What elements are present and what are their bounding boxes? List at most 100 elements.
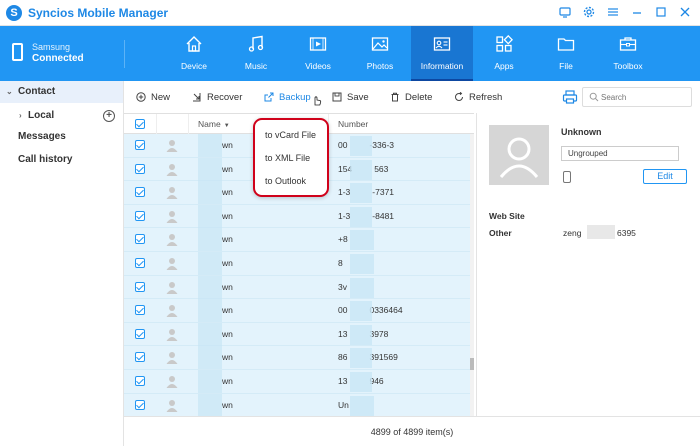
row-checkbox[interactable] xyxy=(135,352,145,363)
feedback-icon[interactable] xyxy=(558,5,572,19)
add-account-icon[interactable]: + xyxy=(103,110,115,122)
table-row[interactable]: wn 00 0336464 xyxy=(124,299,470,323)
nav-divider xyxy=(124,40,125,68)
redacted-block xyxy=(198,134,222,157)
search-icon xyxy=(589,92,599,102)
contact-number-cell: 8 xyxy=(338,258,343,268)
delete-button[interactable]: Delete xyxy=(390,90,432,104)
column-divider xyxy=(156,114,157,134)
number-start: 00 xyxy=(338,140,348,150)
contact-avatar-icon xyxy=(166,305,178,318)
row-checkbox[interactable] xyxy=(135,210,145,221)
select-all-checkbox[interactable] xyxy=(135,119,145,129)
new-button[interactable]: New xyxy=(136,90,170,104)
row-checkbox[interactable] xyxy=(135,187,145,198)
search-box xyxy=(582,87,692,107)
tab-label: Toolbox xyxy=(613,61,643,71)
tab-music[interactable]: Music xyxy=(225,26,287,81)
row-checkbox[interactable] xyxy=(135,140,145,150)
device-status[interactable]: Samsung Connected xyxy=(8,40,123,70)
redacted-block xyxy=(350,159,372,180)
redacted-block xyxy=(587,225,615,239)
table-row[interactable]: wn 1-3 -8481 xyxy=(124,204,470,229)
edit-button[interactable]: Edit xyxy=(643,169,687,184)
minimize-icon[interactable] xyxy=(630,5,644,19)
chevron-down-icon: ⌄ xyxy=(6,87,13,96)
number-start: 3v xyxy=(338,281,347,292)
apps-icon xyxy=(496,35,513,52)
table-row[interactable]: wn +8 xyxy=(124,228,470,252)
maximize-icon[interactable] xyxy=(654,5,668,19)
phone-icon xyxy=(12,43,23,61)
save-button[interactable]: Save xyxy=(332,90,369,104)
tab-information[interactable]: Information xyxy=(411,26,473,81)
redacted-block xyxy=(198,322,222,346)
close-icon[interactable] xyxy=(678,5,692,19)
backup-button[interactable]: Backup xyxy=(264,90,311,104)
gear-icon[interactable] xyxy=(582,5,596,19)
number-start: 00 xyxy=(338,305,348,316)
tab-videos[interactable]: Videos xyxy=(287,26,349,81)
website-field-value-start: zeng xyxy=(563,228,582,238)
scrollbar-thumb[interactable] xyxy=(470,358,474,370)
row-checkbox[interactable] xyxy=(135,163,145,174)
number-end: 563 xyxy=(374,163,389,174)
tab-apps[interactable]: Apps xyxy=(473,26,535,81)
recover-button[interactable]: Recover xyxy=(192,90,242,104)
refresh-button[interactable]: Refresh xyxy=(454,90,502,104)
contact-avatar-icon xyxy=(166,376,178,388)
export-icon xyxy=(264,92,274,102)
row-checkbox[interactable] xyxy=(135,399,145,410)
refresh-icon xyxy=(455,92,463,101)
user-icon xyxy=(499,137,539,178)
row-checkbox[interactable] xyxy=(135,328,145,339)
contact-number-cell: +8 xyxy=(338,234,348,244)
tab-label: Information xyxy=(420,61,464,71)
sidebar-item-local[interactable]: › Local + xyxy=(0,105,123,127)
tab-device[interactable]: Device xyxy=(163,26,225,81)
row-checkbox[interactable] xyxy=(135,281,145,292)
sidebar-item-messages[interactable]: Messages xyxy=(0,126,123,148)
table-row[interactable]: wn Un xyxy=(124,393,470,416)
table-row[interactable]: wn 13 3978 xyxy=(124,322,470,347)
table-row[interactable]: wn 8 xyxy=(124,252,470,276)
contact-avatar-icon xyxy=(166,210,178,223)
tab-toolbox[interactable]: Toolbox xyxy=(597,26,659,81)
sidebar-item-contact[interactable]: ⌄ Contact xyxy=(0,81,123,103)
row-checkbox[interactable] xyxy=(135,258,145,268)
tab-file[interactable]: File xyxy=(535,26,597,81)
menu-item-outlook[interactable]: to Outlook xyxy=(265,176,306,186)
redacted-block xyxy=(198,252,222,275)
redacted-block xyxy=(350,324,372,345)
contact-name-cell: wn xyxy=(222,140,233,150)
photo-icon xyxy=(371,37,389,51)
column-header-name[interactable]: Name ▼ xyxy=(198,119,230,129)
sidebar-item-call-history[interactable]: Call history xyxy=(0,149,123,171)
row-checkbox[interactable] xyxy=(135,376,145,386)
row-checkbox[interactable] xyxy=(135,305,145,316)
menu-icon[interactable] xyxy=(606,5,620,19)
table-row[interactable]: wn 86 391569 xyxy=(124,346,470,370)
row-checkbox[interactable] xyxy=(135,234,145,245)
redacted-block xyxy=(198,204,222,228)
menu-item-vcard[interactable]: to vCard File xyxy=(265,130,316,140)
column-header-number[interactable]: Number xyxy=(338,119,368,129)
toolbar: New Recover Backup Save Delete Refresh xyxy=(124,81,700,113)
search-input[interactable] xyxy=(601,90,689,104)
table-row[interactable]: wn 13 946 xyxy=(124,370,470,394)
title-bar: S Syncios Mobile Manager xyxy=(0,0,700,26)
group-select[interactable]: Ungrouped xyxy=(561,146,679,161)
redacted-block xyxy=(350,372,372,392)
contact-name-cell: wn xyxy=(222,163,233,174)
table-row[interactable]: wn 3v xyxy=(124,275,470,300)
menu-item-xml[interactable]: to XML File xyxy=(265,153,310,163)
redacted-block xyxy=(198,299,222,323)
table-scrollbar[interactable] xyxy=(470,134,474,416)
contact-avatar-icon xyxy=(166,352,178,365)
print-icon[interactable] xyxy=(562,89,578,105)
tab-photos[interactable]: Photos xyxy=(349,26,411,81)
trash-icon xyxy=(391,92,399,102)
new-label: New xyxy=(151,91,171,103)
contact-name-cell: wn xyxy=(222,352,233,363)
redacted-block xyxy=(198,157,222,181)
